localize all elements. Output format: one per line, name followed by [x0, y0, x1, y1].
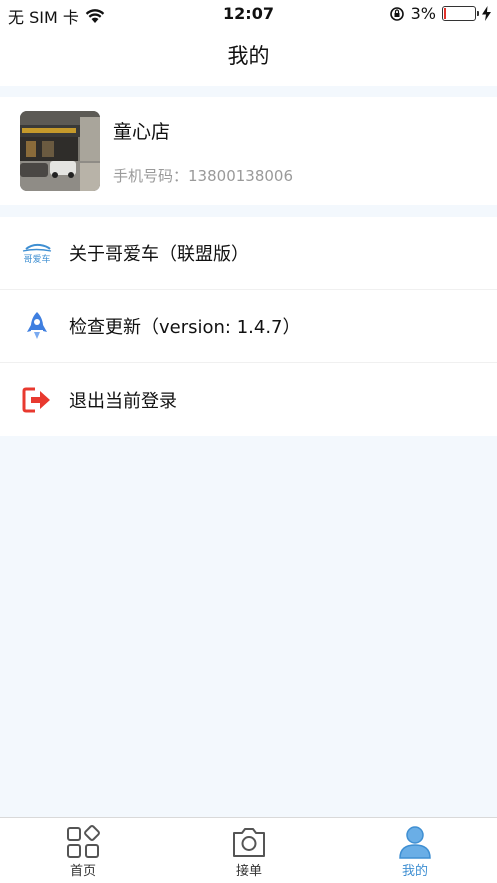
tab-home-label: 首页 — [69, 864, 96, 879]
logout-icon — [20, 383, 54, 417]
store-name: 童心店 — [113, 121, 171, 143]
rocket-icon — [20, 309, 54, 343]
tab-orders-label: 接单 — [235, 864, 262, 879]
phone-line: 手机号码：13800138006 — [113, 165, 293, 186]
charging-icon — [482, 6, 491, 21]
tab-mine[interactable]: 我的 — [332, 818, 497, 883]
home-grid-icon — [67, 825, 100, 858]
user-icon — [399, 826, 431, 859]
menu-item-about-label: 关于哥爱车（联盟版） — [69, 244, 249, 265]
orientation-lock-icon — [389, 6, 404, 21]
menu-item-about[interactable]: 哥爱车 关于哥爱车（联盟版） — [0, 217, 497, 290]
store-avatar — [20, 111, 100, 191]
status-right: 3% — [389, 4, 491, 23]
profile-card[interactable]: 童心店 手机号码：13800138006 — [0, 97, 497, 205]
menu-item-check-update-label: 检查更新（version: 1.4.7） — [69, 317, 301, 338]
tab-mine-label: 我的 — [401, 864, 428, 879]
tab-bar: 首页 接单 我的 — [0, 817, 497, 883]
camera-icon — [233, 828, 265, 857]
phone-number: 13800138006 — [188, 167, 293, 185]
menu-item-logout-label: 退出当前登录 — [69, 390, 177, 412]
page-title: 我的 — [227, 44, 270, 68]
brand-logo-icon: 哥爱车 — [20, 236, 54, 270]
tab-home[interactable]: 首页 — [0, 818, 166, 883]
menu-list: 哥爱车 关于哥爱车（联盟版） 检查更新（version: 1.4.7） 退出当前… — [0, 217, 497, 436]
battery-percent: 3% — [410, 4, 436, 23]
svg-text:哥爱车: 哥爱车 — [23, 253, 50, 265]
tab-orders[interactable]: 接单 — [166, 818, 332, 883]
menu-item-check-update[interactable]: 检查更新（version: 1.4.7） — [0, 290, 497, 363]
menu-item-logout[interactable]: 退出当前登录 — [0, 363, 497, 436]
battery-icon — [442, 6, 479, 21]
nav-bar: 我的 — [0, 28, 497, 86]
status-bar: 无 SIM 卡 12:07 3% — [0, 0, 497, 28]
phone-label: 手机号码： — [113, 167, 189, 185]
